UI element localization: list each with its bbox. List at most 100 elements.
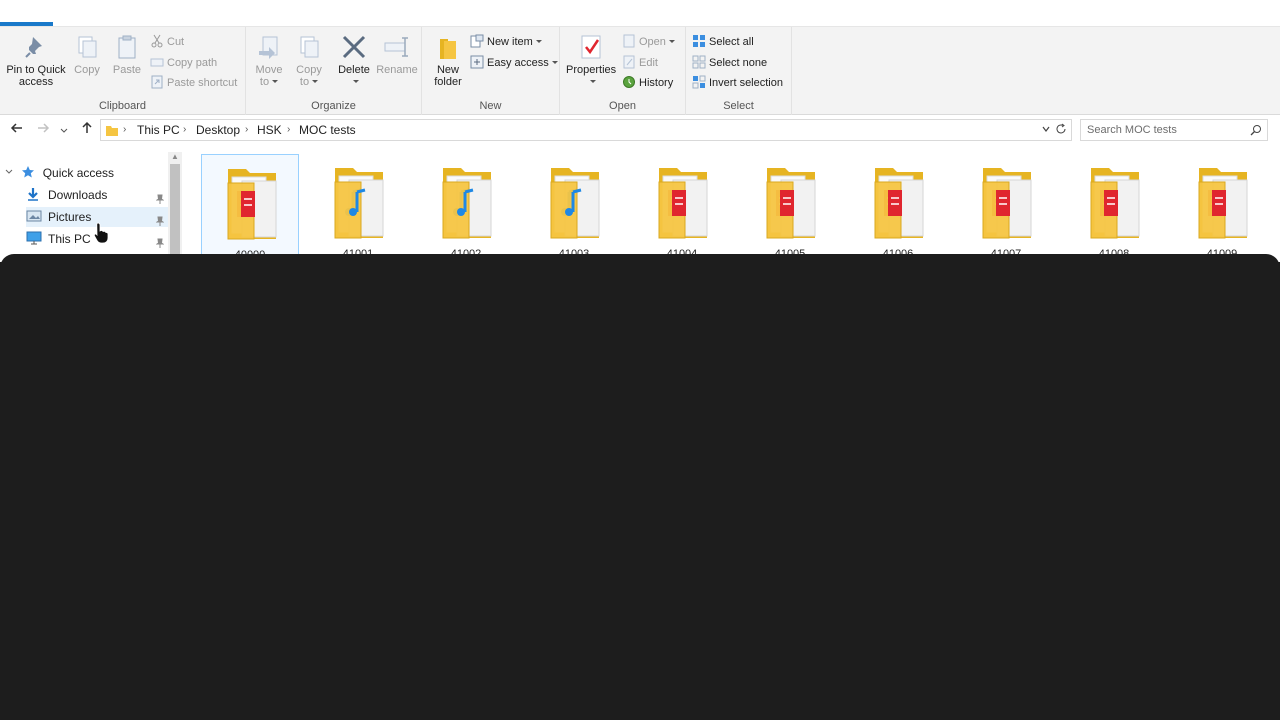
paste-shortcut-button[interactable]: Paste shortcut	[150, 74, 237, 92]
new-group-label: New	[479, 100, 502, 112]
copy-to-icon	[295, 33, 323, 61]
delete-x-icon	[340, 33, 368, 61]
breadcrumb-this-pc[interactable]: This PC	[137, 123, 180, 137]
open-button[interactable]: Open	[622, 33, 675, 51]
file-item[interactable]: 41006	[849, 154, 947, 262]
nav-item-this-pc-label: This PC	[48, 232, 91, 246]
copy-button[interactable]: Copy	[70, 33, 104, 76]
paste-icon	[113, 33, 141, 61]
ribbon-group-clipboard: Pin to Quick access Copy Paste Cut Copy …	[0, 27, 246, 115]
up-button[interactable]	[78, 121, 96, 139]
invert-selection-label: Invert selection	[709, 77, 783, 89]
file-item[interactable]: 41005	[741, 154, 839, 262]
new-folder-label-line1: New	[436, 64, 459, 76]
new-folder-button[interactable]: New folder	[430, 33, 466, 88]
invert-selection-button[interactable]: Invert selection	[692, 74, 783, 92]
folder-with-pdf-files-icon	[763, 162, 819, 242]
file-item[interactable]: 41009	[1173, 154, 1271, 262]
copy-path-button[interactable]: Copy path	[150, 54, 217, 72]
move-to-button[interactable]: Move to	[252, 33, 286, 88]
new-item-icon	[470, 34, 484, 48]
select-none-button[interactable]: Select none	[692, 54, 767, 72]
address-bar[interactable]: › This PC › Desktop › HSK › MOC tests	[100, 119, 1072, 141]
edit-label: Edit	[639, 57, 658, 69]
delete-button[interactable]: Delete	[334, 33, 374, 88]
pin-label-line2: access	[18, 76, 54, 88]
rename-icon	[383, 33, 411, 61]
search-icon[interactable]	[1250, 124, 1262, 139]
file-item[interactable]: 40000	[201, 154, 299, 262]
nav-item-downloads-label: Downloads	[48, 188, 108, 202]
back-button[interactable]	[8, 121, 26, 139]
nav-item-pictures-label: Pictures	[48, 210, 92, 224]
history-label: History	[639, 77, 674, 89]
address-dropdown-chevron-icon[interactable]	[1041, 124, 1051, 137]
select-all-label: Select all	[709, 36, 754, 48]
select-group-label: Select	[723, 100, 754, 112]
chevron-down-icon	[60, 128, 68, 133]
properties-button[interactable]: Properties	[566, 33, 616, 88]
breadcrumb-separator-icon: ›	[287, 124, 291, 135]
search-box	[1080, 119, 1268, 141]
edit-icon	[622, 55, 636, 69]
copy-to-label-line1: Copy	[296, 64, 322, 76]
properties-label: Properties	[566, 64, 617, 76]
new-item-label: New item	[487, 36, 533, 48]
copy-to-button[interactable]: Copy to	[292, 33, 326, 88]
select-none-icon	[692, 55, 706, 69]
file-list: 4000041001410024100341004410054100641007…	[195, 152, 1275, 262]
cut-button[interactable]: Cut	[150, 33, 184, 51]
rename-button[interactable]: Rename	[376, 33, 418, 76]
scrollbar-thumb[interactable]	[170, 164, 180, 262]
ribbon-group-select: Select all Select none Invert selection …	[686, 27, 792, 115]
cut-label: Cut	[167, 36, 185, 48]
forward-button[interactable]	[34, 121, 52, 139]
scroll-up-arrow-icon[interactable]: ▲	[171, 152, 179, 161]
address-row: › This PC › Desktop › HSK › MOC tests	[0, 116, 1280, 144]
chevron-down-icon	[535, 40, 542, 43]
breadcrumb-moc-tests[interactable]: MOC tests	[299, 123, 356, 137]
copy-path-icon	[150, 55, 164, 69]
copy-path-label: Copy path	[167, 57, 218, 69]
select-all-button[interactable]: Select all	[692, 33, 754, 51]
file-item[interactable]: 41002	[417, 154, 515, 262]
chevron-down-icon	[272, 80, 279, 83]
delete-label: Delete	[338, 64, 370, 76]
pin-icon	[22, 33, 50, 61]
file-item[interactable]: 41001	[309, 154, 407, 262]
breadcrumb-hsk[interactable]: HSK	[257, 123, 282, 137]
chevron-down-icon	[589, 80, 596, 83]
folder-with-pdf-files-icon	[655, 162, 711, 242]
paste-button[interactable]: Paste	[108, 33, 146, 76]
chevron-down-icon	[551, 61, 558, 64]
file-item[interactable]: 41003	[525, 154, 623, 262]
move-to-label-line2: to	[259, 76, 270, 88]
folder-with-pdf-files-icon	[979, 162, 1035, 242]
folder-icon	[105, 123, 119, 140]
arrow-left-icon	[10, 123, 22, 133]
new-item-button[interactable]: New item	[470, 33, 542, 51]
nav-item-downloads[interactable]: Downloads	[26, 185, 168, 205]
copy-icon	[73, 33, 101, 61]
easy-access-button[interactable]: Easy access	[470, 54, 558, 72]
nav-quick-access[interactable]: Quick access	[4, 163, 168, 183]
breadcrumb-desktop[interactable]: Desktop	[196, 123, 240, 137]
select-all-icon	[692, 34, 706, 48]
chevron-down-icon	[668, 40, 675, 43]
chevron-down-icon	[312, 80, 319, 83]
history-button[interactable]: History	[622, 74, 673, 92]
search-input[interactable]	[1087, 122, 1247, 138]
folder-with-audio-files-icon	[439, 162, 495, 242]
edit-button[interactable]: Edit	[622, 54, 658, 72]
nav-quick-access-label: Quick access	[42, 166, 115, 180]
file-item[interactable]: 41008	[1065, 154, 1163, 262]
file-item[interactable]: 41007	[957, 154, 1055, 262]
navigation-scrollbar[interactable]: ▲	[168, 152, 182, 262]
file-item[interactable]: 41004	[633, 154, 731, 262]
pin-to-quick-access-button[interactable]: Pin to Quick access	[4, 33, 68, 88]
refresh-icon[interactable]	[1055, 123, 1067, 138]
navigation-pane: Quick access Downloads Pictures This PC	[0, 152, 184, 262]
recent-locations-button[interactable]	[58, 121, 70, 139]
paste-label: Paste	[112, 64, 142, 76]
pinned-icon	[155, 212, 165, 226]
